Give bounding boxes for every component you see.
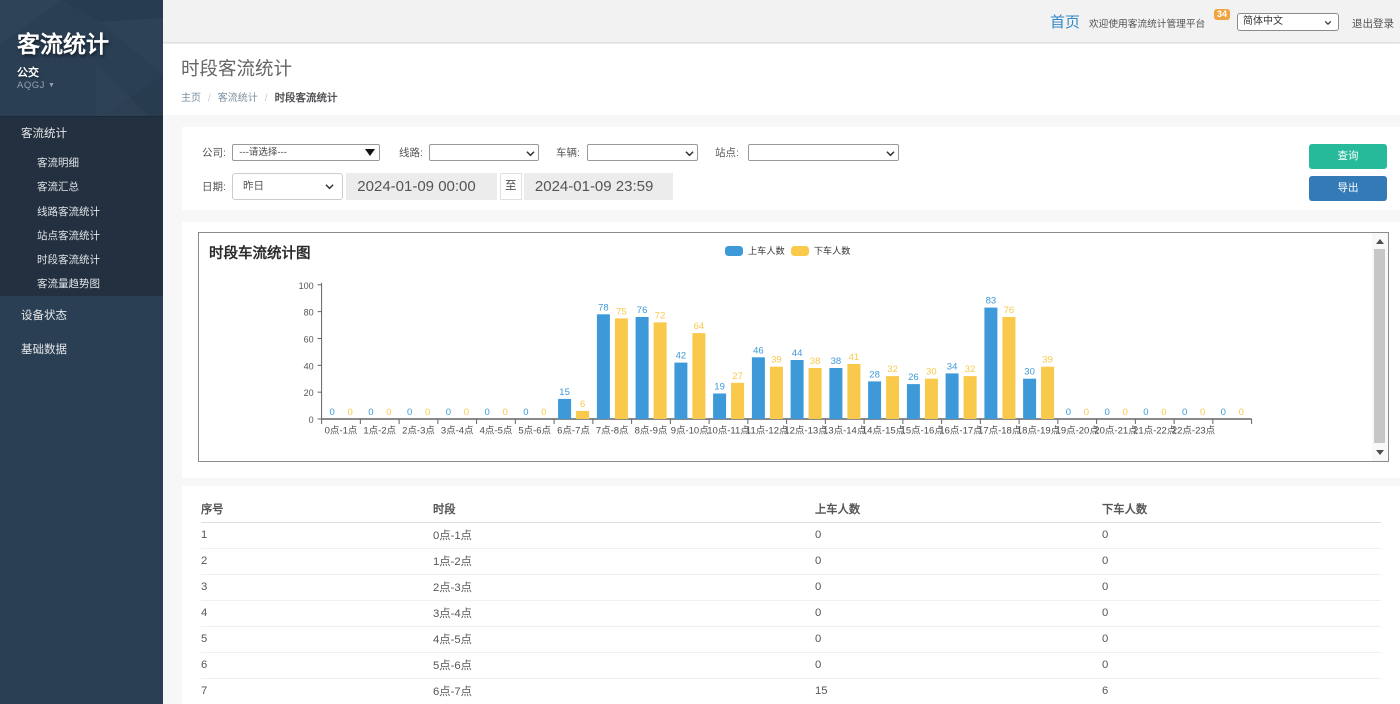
- svg-text:0: 0: [1104, 407, 1109, 418]
- svg-text:15: 15: [559, 387, 570, 398]
- svg-text:13点-14点: 13点-14点: [823, 426, 867, 437]
- svg-text:0: 0: [1161, 407, 1166, 418]
- svg-text:19点-20点: 19点-20点: [1056, 426, 1100, 437]
- svg-text:0: 0: [386, 407, 391, 418]
- svg-text:7点-8点: 7点-8点: [596, 426, 629, 437]
- svg-text:0: 0: [464, 407, 469, 418]
- svg-text:22点-23点: 22点-23点: [1172, 426, 1216, 437]
- svg-text:5点-6点: 5点-6点: [518, 426, 551, 437]
- svg-text:32: 32: [887, 364, 898, 375]
- svg-text:0: 0: [541, 407, 546, 418]
- svg-text:20点-21点: 20点-21点: [1094, 426, 1138, 437]
- svg-text:32: 32: [965, 364, 976, 375]
- svg-text:27: 27: [732, 371, 743, 382]
- svg-text:0: 0: [407, 407, 412, 418]
- svg-text:0: 0: [1084, 407, 1089, 418]
- svg-text:75: 75: [616, 306, 627, 317]
- svg-text:17点-18点: 17点-18点: [978, 426, 1022, 437]
- svg-text:9点-10点: 9点-10点: [671, 426, 710, 437]
- svg-text:30: 30: [1024, 367, 1035, 378]
- svg-text:6点-7点: 6点-7点: [557, 426, 590, 437]
- svg-text:80: 80: [304, 308, 314, 318]
- svg-text:41: 41: [849, 352, 860, 363]
- svg-text:0: 0: [309, 415, 314, 425]
- svg-text:64: 64: [694, 321, 705, 332]
- svg-text:60: 60: [304, 334, 314, 344]
- svg-text:83: 83: [986, 296, 997, 307]
- svg-text:8点-9点: 8点-9点: [635, 426, 668, 437]
- svg-text:38: 38: [831, 356, 842, 367]
- svg-text:11点-12点: 11点-12点: [746, 426, 789, 437]
- svg-text:0: 0: [502, 407, 507, 418]
- svg-text:14点-15点: 14点-15点: [862, 426, 906, 437]
- svg-text:30: 30: [926, 367, 937, 378]
- svg-text:6: 6: [580, 399, 585, 410]
- svg-text:18点-19点: 18点-19点: [1017, 426, 1061, 437]
- svg-text:0: 0: [523, 407, 528, 418]
- svg-text:42: 42: [676, 351, 687, 362]
- svg-text:16点-17点: 16点-17点: [939, 426, 983, 437]
- svg-text:0: 0: [1239, 407, 1244, 418]
- svg-text:0: 0: [1122, 407, 1127, 418]
- svg-text:76: 76: [1004, 305, 1015, 316]
- svg-text:39: 39: [771, 355, 782, 366]
- svg-text:19: 19: [714, 382, 725, 393]
- svg-text:15点-16点: 15点-16点: [901, 426, 945, 437]
- svg-text:0: 0: [347, 407, 352, 418]
- svg-text:34: 34: [947, 361, 958, 372]
- svg-text:0: 0: [368, 407, 373, 418]
- svg-text:0: 0: [1066, 407, 1071, 418]
- svg-text:0: 0: [446, 407, 451, 418]
- svg-text:1点-2点: 1点-2点: [363, 426, 396, 437]
- svg-text:76: 76: [637, 305, 648, 316]
- svg-text:0: 0: [425, 407, 430, 418]
- svg-text:39: 39: [1042, 355, 1053, 366]
- svg-text:100: 100: [299, 281, 314, 291]
- svg-text:78: 78: [598, 302, 609, 313]
- svg-text:10点-11点: 10点-11点: [707, 426, 750, 437]
- svg-text:46: 46: [753, 345, 764, 356]
- svg-text:4点-5点: 4点-5点: [480, 426, 513, 437]
- svg-text:72: 72: [655, 310, 666, 321]
- svg-text:0: 0: [329, 407, 334, 418]
- svg-text:26: 26: [908, 372, 919, 383]
- svg-text:21点-22点: 21点-22点: [1133, 426, 1177, 437]
- svg-text:12点-13点: 12点-13点: [784, 426, 828, 437]
- svg-text:44: 44: [792, 348, 803, 359]
- svg-text:0点-1点: 0点-1点: [325, 426, 358, 437]
- svg-text:20: 20: [304, 388, 314, 398]
- svg-text:3点-4点: 3点-4点: [441, 426, 474, 437]
- svg-text:28: 28: [869, 369, 880, 380]
- svg-text:2点-3点: 2点-3点: [402, 426, 435, 437]
- svg-text:0: 0: [484, 407, 489, 418]
- svg-text:40: 40: [304, 361, 314, 371]
- svg-text:0: 0: [1143, 407, 1148, 418]
- svg-text:0: 0: [1200, 407, 1205, 418]
- svg-text:0: 0: [1182, 407, 1187, 418]
- svg-text:0: 0: [1221, 407, 1226, 418]
- svg-text:38: 38: [810, 356, 821, 367]
